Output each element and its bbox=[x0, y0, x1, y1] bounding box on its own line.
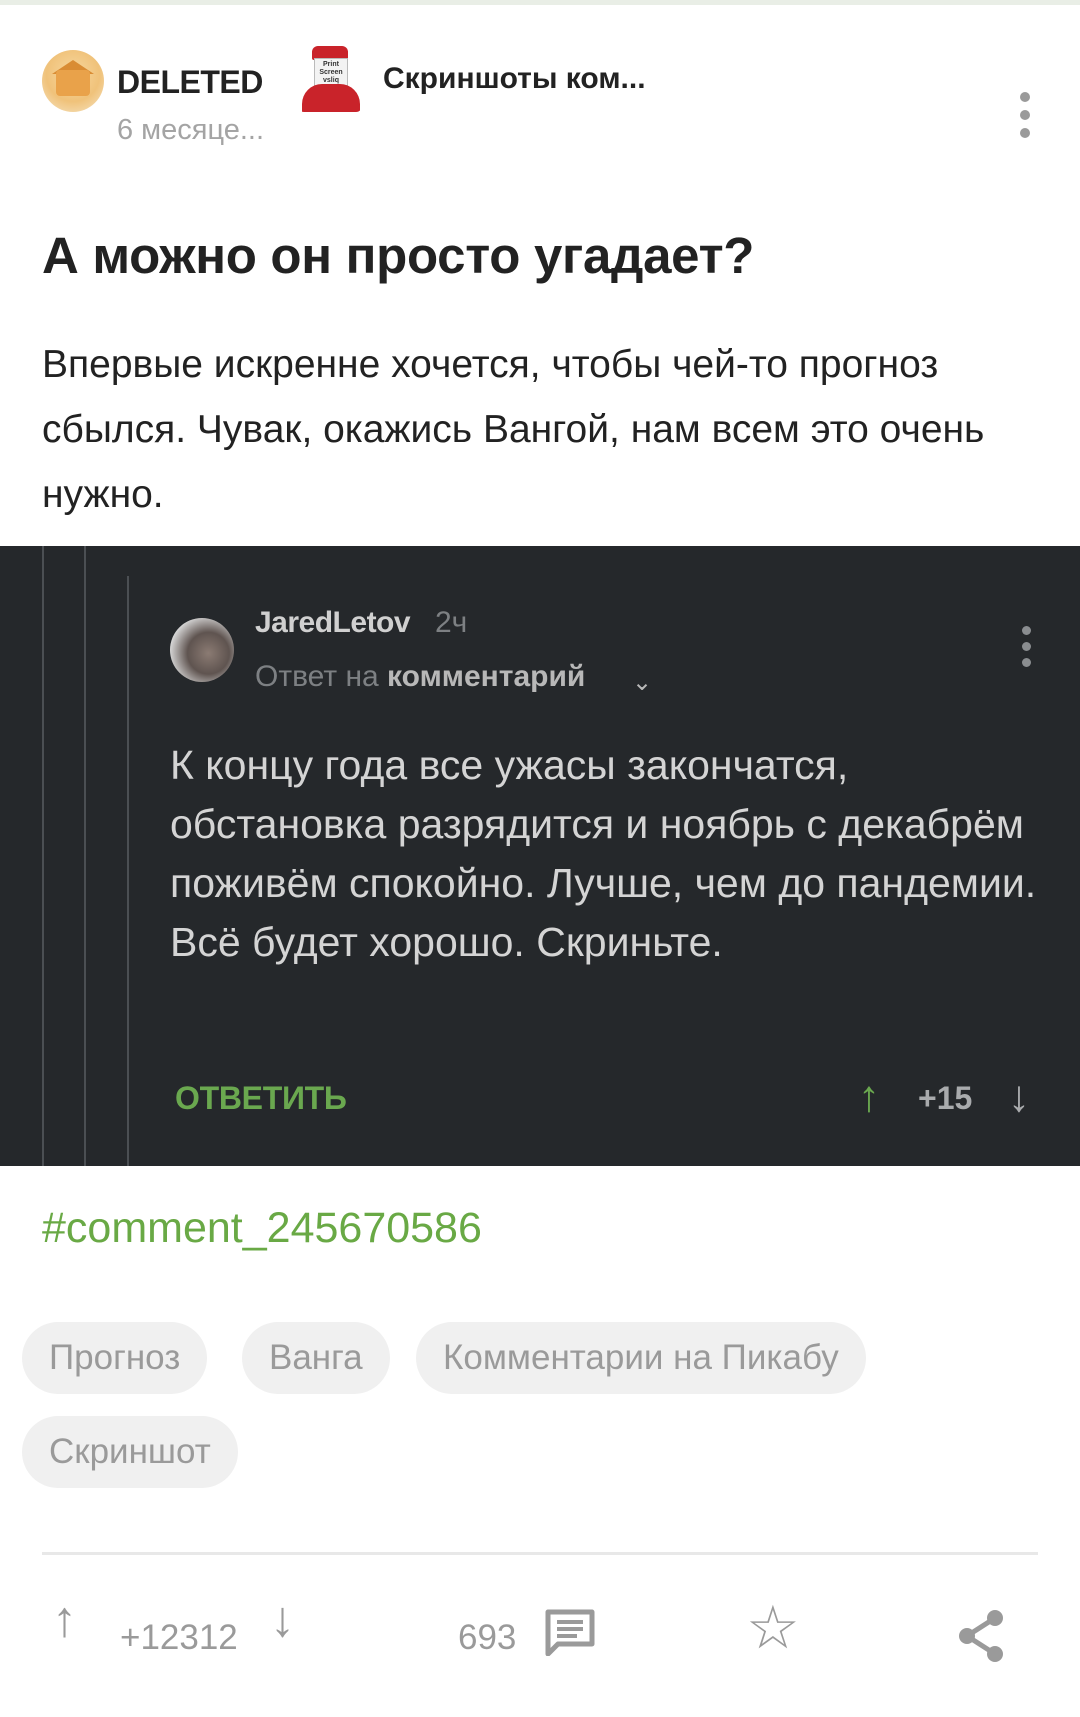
comment-reply-button: ОТВЕТИТЬ bbox=[175, 1080, 347, 1116]
footer-divider bbox=[42, 1552, 1038, 1555]
author-avatar[interactable] bbox=[42, 50, 104, 112]
tag-chip[interactable]: Прогноз bbox=[22, 1322, 208, 1394]
downvote-icon[interactable]: ↓ bbox=[270, 1590, 295, 1648]
comment-downvote-icon: ↓ bbox=[1008, 1072, 1030, 1121]
comment-count[interactable]: 693 bbox=[458, 1618, 516, 1658]
reply-target: комментарий bbox=[387, 660, 586, 693]
post-header: DELETED 6 месяце... Print Screen vsliq Скр… bbox=[0, 40, 1080, 160]
tag-chip[interactable]: Комментарии на Пикабу bbox=[416, 1322, 866, 1394]
comment-more-icon bbox=[1016, 626, 1036, 676]
top-divider bbox=[0, 0, 1080, 5]
community-avatar[interactable]: Print Screen vsliq bbox=[298, 46, 362, 112]
comment-screenshot[interactable]: JaredLetov 2ч Ответ на комментарий ⌄ К к… bbox=[0, 546, 1080, 1166]
more-icon[interactable] bbox=[1010, 92, 1040, 142]
community-name[interactable]: Скриншоты ком... bbox=[383, 62, 646, 96]
post-rating: +12312 bbox=[120, 1618, 238, 1657]
post-body: Впервые искренне хочется, чтобы чей-то п… bbox=[42, 343, 985, 516]
share-icon[interactable] bbox=[955, 1608, 1007, 1664]
reply-prefix: Ответ на bbox=[255, 660, 379, 693]
commenter-avatar bbox=[170, 618, 234, 682]
tag-chip[interactable]: Ванга bbox=[242, 1322, 390, 1394]
thread-line bbox=[84, 546, 86, 1166]
tag-chip[interactable]: Скриншот bbox=[22, 1416, 238, 1488]
comment-text: К концу года все ужасы закончатся, обста… bbox=[170, 742, 1037, 965]
comment-score: +15 bbox=[918, 1080, 973, 1116]
thread-line bbox=[127, 576, 129, 1166]
post-title[interactable]: А можно он просто угадает? bbox=[42, 226, 754, 285]
thread-line bbox=[42, 546, 44, 1166]
chevron-down-icon: ⌄ bbox=[632, 669, 653, 696]
comment-time: 2ч bbox=[435, 606, 468, 639]
post-actions: ↑ +12312 ↓ 693 ☆ bbox=[0, 1580, 1080, 1690]
comment-upvote-icon: ↑ bbox=[858, 1072, 880, 1121]
reply-to-label: Ответ на комментарий bbox=[255, 660, 585, 694]
star-icon[interactable]: ☆ bbox=[746, 1598, 800, 1658]
author-name[interactable]: DELETED bbox=[117, 64, 263, 101]
post-time: 6 месяце... bbox=[117, 114, 265, 146]
commenter-name: JaredLetov bbox=[255, 606, 411, 639]
comment-icon[interactable] bbox=[544, 1608, 596, 1656]
upvote-icon[interactable]: ↑ bbox=[52, 1590, 77, 1648]
comment-link[interactable]: #comment_245670586 bbox=[42, 1204, 482, 1253]
